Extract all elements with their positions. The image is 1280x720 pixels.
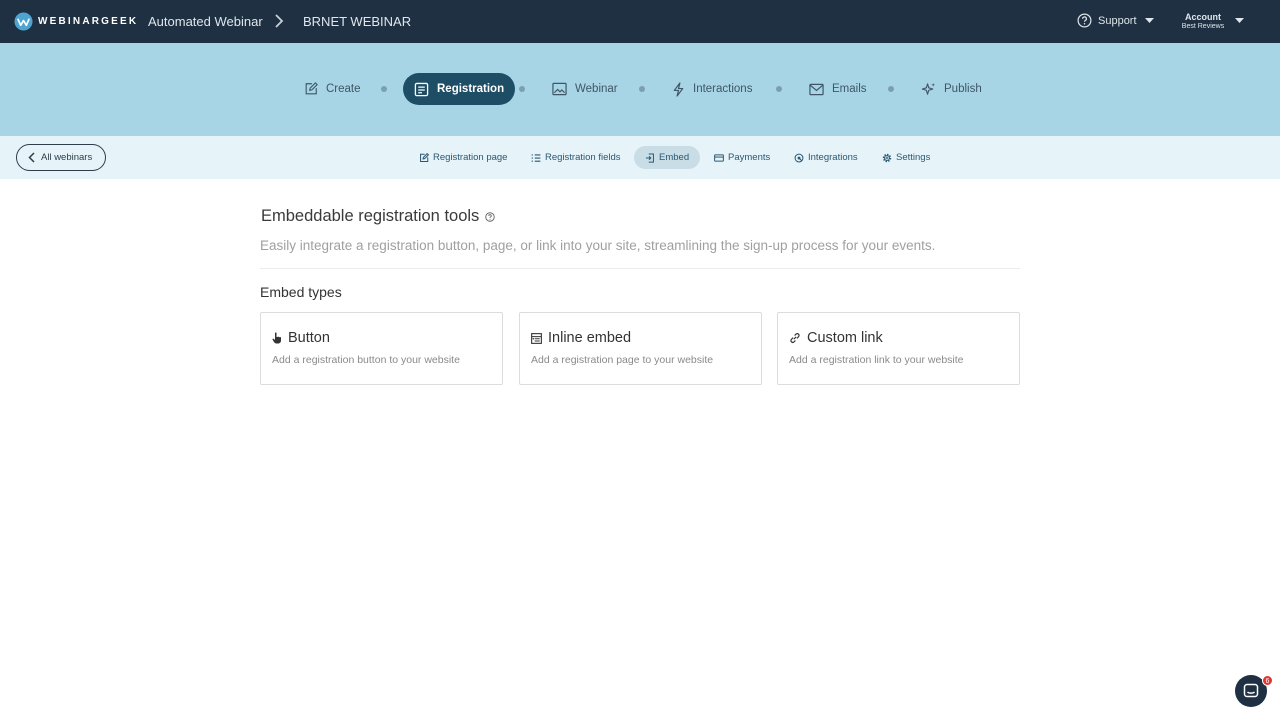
caret-down-icon[interactable] xyxy=(1235,18,1244,24)
embed-card-button[interactable]: Button Add a registration button to your… xyxy=(260,312,503,385)
lightning-icon xyxy=(673,81,684,97)
tab-label: Registration page xyxy=(433,152,508,163)
step-label: Interactions xyxy=(693,83,753,95)
page-title: Embeddable registration tools xyxy=(261,207,496,226)
support-label: Support xyxy=(1098,14,1137,27)
pointer-hand-icon xyxy=(272,332,281,344)
step-separator xyxy=(519,86,525,92)
gear-icon xyxy=(882,153,892,162)
all-webinars-label: All webinars xyxy=(41,152,93,163)
tab-embed[interactable]: Embed xyxy=(634,146,701,169)
step-emails[interactable]: Emails xyxy=(809,73,867,105)
step-label: Webinar xyxy=(575,83,618,95)
top-bar: WEBINARGEEK Automated Webinar BRNET WEBI… xyxy=(0,0,1280,43)
page-title-text: Embeddable registration tools xyxy=(261,207,480,225)
caret-down-icon xyxy=(1144,17,1154,23)
step-label: Registration xyxy=(437,83,505,95)
logo[interactable]: WEBINARGEEK xyxy=(14,12,138,31)
layout-icon xyxy=(531,332,542,344)
envelope-icon xyxy=(809,83,824,95)
embed-card-inline[interactable]: Inline embed Add a registration page to … xyxy=(519,312,762,385)
chat-icon xyxy=(1243,683,1259,698)
step-separator xyxy=(639,86,645,92)
card-title-text: Inline embed xyxy=(548,330,632,346)
tab-label: Settings xyxy=(896,152,931,163)
chevron-right-icon xyxy=(275,14,284,28)
integration-icon xyxy=(794,153,804,162)
card-title: Inline embed xyxy=(531,330,761,346)
sub-navigation: All webinars Registration page Registrat… xyxy=(0,136,1280,179)
breadcrumb-webinar-name[interactable]: BRNET WEBINAR xyxy=(303,14,411,29)
step-label: Publish xyxy=(944,83,982,95)
card-title: Custom link xyxy=(789,330,1019,346)
step-registration[interactable]: Registration xyxy=(403,73,516,105)
logo-icon xyxy=(14,12,33,31)
link-icon xyxy=(790,333,800,343)
card-title-text: Custom link xyxy=(807,330,883,346)
step-publish[interactable]: Publish xyxy=(921,73,982,105)
card-title: Button xyxy=(272,330,502,346)
card-description: Add a registration page to your website xyxy=(531,354,714,366)
list-icon xyxy=(531,153,541,162)
step-separator xyxy=(381,86,387,92)
tab-registration-fields[interactable]: Registration fields xyxy=(531,146,621,169)
tab-integrations[interactable]: Integrations xyxy=(794,146,858,169)
breadcrumb-automated-webinar[interactable]: Automated Webinar xyxy=(148,14,263,29)
tab-label: Integrations xyxy=(808,152,858,163)
embed-card-custom-link[interactable]: Custom link Add a registration link to y… xyxy=(777,312,1020,385)
tab-label: Payments xyxy=(728,152,771,163)
tab-registration-page[interactable]: Registration page xyxy=(419,146,507,169)
form-icon xyxy=(414,82,429,96)
image-icon xyxy=(552,82,567,96)
account-name: Best Reviews xyxy=(1181,23,1225,30)
step-separator xyxy=(888,86,894,92)
support-menu[interactable]: Support xyxy=(1077,13,1160,28)
step-label: Emails xyxy=(832,83,867,95)
tab-settings[interactable]: Settings xyxy=(882,146,930,169)
embed-icon xyxy=(645,152,654,163)
step-separator xyxy=(776,86,782,92)
notification-badge: 6 xyxy=(1262,675,1273,686)
section-title: Embed types xyxy=(260,284,342,300)
step-navigation: Create Registration Webinar Interactions… xyxy=(0,43,1280,136)
step-create[interactable]: Create xyxy=(304,73,361,105)
account-menu[interactable]: Account Best Reviews xyxy=(1178,12,1228,31)
card-title-text: Button xyxy=(288,330,330,346)
card-icon xyxy=(714,153,724,162)
step-label: Create xyxy=(326,83,361,95)
card-description: Add a registration button to your websit… xyxy=(272,354,460,366)
sparkle-icon xyxy=(921,82,936,95)
help-circle-icon xyxy=(1077,13,1092,28)
help-circle-icon[interactable] xyxy=(485,211,496,222)
edit-icon xyxy=(305,82,318,95)
logo-text: WEBINARGEEK xyxy=(38,16,139,27)
step-webinar[interactable]: Webinar xyxy=(552,73,618,105)
divider xyxy=(260,268,1020,269)
tab-label: Embed xyxy=(659,152,690,163)
chevron-left-icon xyxy=(28,152,35,163)
all-webinars-button[interactable]: All webinars xyxy=(16,144,106,171)
account-label: Account xyxy=(1185,12,1221,22)
edit-icon xyxy=(420,152,429,162)
card-description: Add a registration link to your website xyxy=(789,354,964,366)
page-subtitle: Easily integrate a registration button, … xyxy=(260,238,936,253)
step-interactions[interactable]: Interactions xyxy=(672,73,752,105)
tab-label: Registration fields xyxy=(545,152,621,163)
tab-payments[interactable]: Payments xyxy=(714,146,770,169)
